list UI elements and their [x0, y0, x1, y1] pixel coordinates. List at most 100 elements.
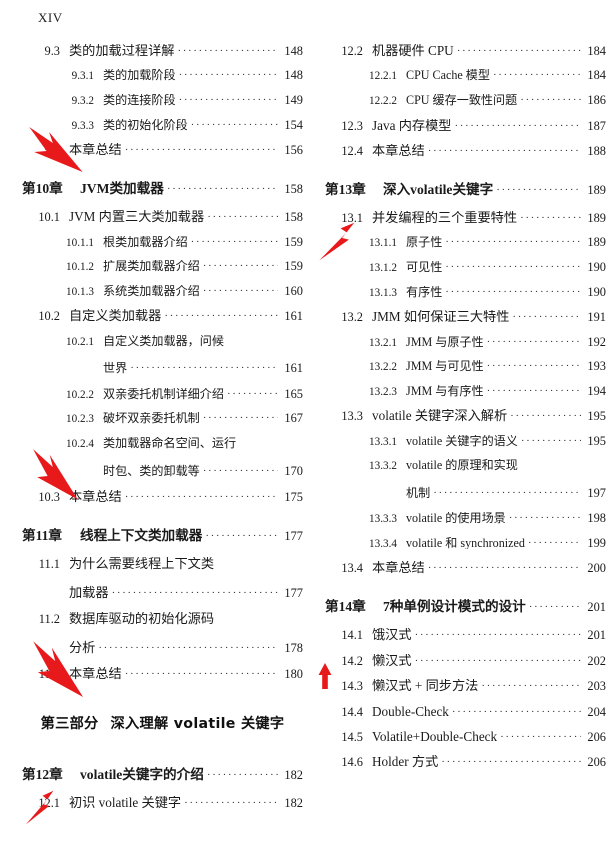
toc-section-entry[interactable]: 10.3 本章总结 175 [22, 490, 303, 504]
toc-leader-dots [512, 312, 581, 323]
toc-subsection-entry[interactable]: 13.3.1 volatile 关键字的语义 195 [325, 434, 606, 448]
toc-subsection-entry[interactable]: 13.3.2 volatile 的原理和实现 [325, 459, 606, 472]
toc-subsection-entry[interactable]: 9.3.2 类的连接阶段 149 [22, 94, 303, 107]
toc-section-number: 13.2 [341, 310, 363, 325]
toc-section-number: 10.1 [38, 210, 60, 225]
toc-section-entry[interactable]: 10.1 JVM 内置三大类加载器 158 [22, 210, 303, 224]
toc-subsection-entry[interactable]: 10.1.1 根类加载器介绍 159 [22, 235, 303, 249]
toc-section-entry[interactable]: 13.2 JMM 如何保证三大特性 191 [325, 310, 606, 324]
toc-section-number: 14.4 [341, 704, 363, 719]
toc-entry-page: 180 [284, 667, 303, 682]
toc-entry-title: volatile 关键字深入解析 [372, 409, 508, 423]
toc-entry-title: 本章总结 [372, 561, 425, 575]
toc-section-number: 11.2 [38, 612, 60, 627]
toc-chapter-entry[interactable]: 第10章 JVM类加载器 158 [22, 177, 303, 197]
toc-leader-dots [445, 237, 581, 248]
toc-subsection-entry[interactable]: 12.2.1 CPU Cache 模型 184 [325, 69, 606, 82]
toc-subsection-entry[interactable]: 13.3.4 volatile 和 synchronized 199 [325, 536, 606, 550]
toc-entry-page: 148 [284, 68, 303, 83]
toc-section-entry[interactable]: 9.4 本章总结 156 [22, 143, 304, 157]
toc-chapter-page: 189 [587, 182, 606, 197]
toc-leader-dots [415, 630, 581, 641]
toc-entry-page: 189 [587, 235, 606, 250]
toc-entry-page: 161 [284, 309, 303, 324]
toc-subsection-entry[interactable]: 13.1.2 可见性 190 [325, 261, 606, 274]
toc-entry-continuation[interactable]: 世界 161 [22, 359, 303, 376]
toc-entry-title: volatile 的原理和实现 [406, 459, 518, 472]
toc-subsection-entry[interactable]: 13.1.3 有序性 190 [325, 285, 606, 299]
toc-subsection-entry[interactable]: 13.3.3 volatile 的使用场景 198 [325, 512, 606, 525]
toc-section-entry[interactable]: 11.2 数据库驱动的初始化源码 [22, 612, 303, 625]
toc-entry-page: 202 [587, 653, 606, 668]
toc-leader-dots [441, 757, 581, 768]
toc-entry-continuation[interactable]: 机制 197 [325, 484, 606, 501]
toc-subsection-number: 10.2.1 [66, 335, 94, 348]
toc-leader-dots [428, 146, 581, 157]
toc-entry-page: 203 [587, 679, 606, 694]
toc-leader-dots [164, 311, 278, 322]
toc-chapter-entry[interactable]: 第11章 线程上下文类加载器 177 [22, 524, 303, 544]
toc-section-number: 13.1 [341, 210, 363, 225]
toc-subsection-entry[interactable]: 10.2.2 双亲委托机制详细介绍 165 [22, 387, 303, 401]
toc-entry-page: 184 [587, 44, 606, 58]
toc-chapter-entry[interactable]: 第12章 volatile关键字的介绍 182 [22, 763, 303, 783]
toc-section-entry[interactable]: 14.6 Holder 方式 206 [325, 755, 606, 769]
toc-subsection-entry[interactable]: 13.2.1 JMM 与原子性 192 [325, 335, 606, 349]
toc-section-entry[interactable]: 11.1 为什么需要线程上下文类 [22, 557, 303, 570]
toc-section-entry[interactable]: 11.3 本章总结 180 [22, 667, 303, 681]
toc-section-entry[interactable]: 12.4 本章总结 188 [325, 144, 606, 158]
toc-section-entry[interactable]: 12.1 初识 volatile 关键字 182 [22, 796, 303, 810]
toc-section-entry[interactable]: 10.2 自定义类加载器 161 [22, 309, 303, 323]
toc-chapter-entry[interactable]: 第13章 深入volatile关键字 189 [325, 178, 606, 198]
toc-subsection-number: 13.1.1 [369, 237, 397, 250]
toc-subsection-entry[interactable]: 10.2.3 破坏双亲委托机制 167 [22, 412, 303, 425]
toc-section-entry[interactable]: 14.2 懒汉式 202 [325, 654, 606, 668]
toc-entry-page: 195 [587, 409, 606, 424]
toc-subsection-entry[interactable]: 10.2.4 类加载器命名空间、运行 [22, 437, 303, 450]
toc-entry-title: 有序性 [406, 285, 443, 298]
toc-subsection-entry[interactable]: 13.2.3 JMM 与有序性 194 [325, 384, 606, 398]
toc-entry-page: 198 [587, 511, 606, 526]
toc-entry-page: 177 [284, 585, 303, 600]
toc-section-entry[interactable]: 14.1 饿汉式 201 [325, 628, 606, 642]
toc-subsection-entry[interactable]: 9.3.3 类的初始化阶段 154 [22, 118, 303, 132]
toc-leader-dots [496, 184, 581, 196]
toc-section-entry[interactable]: 13.1 并发编程的三个重要特性 189 [325, 211, 606, 225]
toc-section-number: 14.2 [341, 653, 363, 668]
toc-section-entry[interactable]: 12.2 机器硬件 CPU 184 [325, 44, 606, 58]
toc-subsection-entry[interactable]: 13.1.1 原子性 189 [325, 236, 606, 249]
toc-section-entry[interactable]: 13.4 本章总结 200 [325, 561, 606, 575]
toc-subsection-entry[interactable]: 10.1.3 系统类加载器介绍 160 [22, 284, 303, 298]
toc-chapter-title: 深入volatile关键字 [383, 181, 494, 197]
toc-leader-dots [428, 563, 581, 574]
toc-subsection-entry[interactable]: 9.3.1 类的加载阶段 148 [22, 69, 303, 82]
toc-subsection-entry[interactable]: 13.2.2 JMM 与可见性 193 [325, 360, 606, 373]
toc-section-entry[interactable]: 14.5 Volatile+Double-Check 206 [325, 730, 606, 744]
toc-subsection-entry[interactable]: 12.2.2 CPU 缓存一致性问题 186 [325, 94, 606, 107]
toc-chapter-number: 第12章 [22, 767, 63, 783]
toc-section-number: 14.3 [341, 679, 363, 694]
toc-section-entry[interactable]: 14.3 懒汉式 + 同步方法 203 [325, 679, 606, 693]
toc-leader-dots [203, 465, 278, 477]
toc-entry-page: 189 [587, 210, 606, 225]
toc-section-entry[interactable]: 12.3 Java 内存模型 187 [325, 119, 606, 133]
toc-section-entry[interactable]: 14.4 Double-Check 204 [325, 705, 606, 719]
toc-chapter-number: 第10章 [22, 181, 63, 197]
toc-entry-continuation[interactable]: 加载器 177 [22, 582, 303, 601]
toc-entry-continuation[interactable]: 分析 178 [22, 637, 303, 656]
toc-section-entry[interactable]: 13.3 volatile 关键字深入解析 195 [325, 409, 606, 423]
toc-leader-dots [487, 361, 581, 372]
toc-part-title: 深入理解 volatile 关键字 [110, 716, 285, 733]
toc-chapter-entry[interactable]: 第14章 7种单例设计模式的设计 201 [325, 595, 606, 615]
toc-leader-dots [454, 121, 581, 132]
toc-entry-title: JVM 内置三大类加载器 [69, 210, 205, 224]
toc-subsection-entry[interactable]: 10.2.1 自定义类加载器，问候 [22, 335, 303, 348]
toc-section-entry[interactable]: 9.3 类的加载过程详解 148 [22, 44, 304, 58]
toc-leader-dots [445, 262, 581, 273]
toc-entry-page: 186 [587, 92, 606, 107]
toc-entry-title-wrapped: 世界 [103, 361, 128, 376]
toc-chapter-title: volatile关键字的介绍 [80, 767, 204, 783]
toc-subsection-entry[interactable]: 10.1.2 扩展类加载器介绍 159 [22, 260, 303, 273]
toc-entry-continuation[interactable]: 时包、类的卸载等 170 [22, 462, 303, 479]
toc-entry-page: 184 [587, 68, 606, 83]
